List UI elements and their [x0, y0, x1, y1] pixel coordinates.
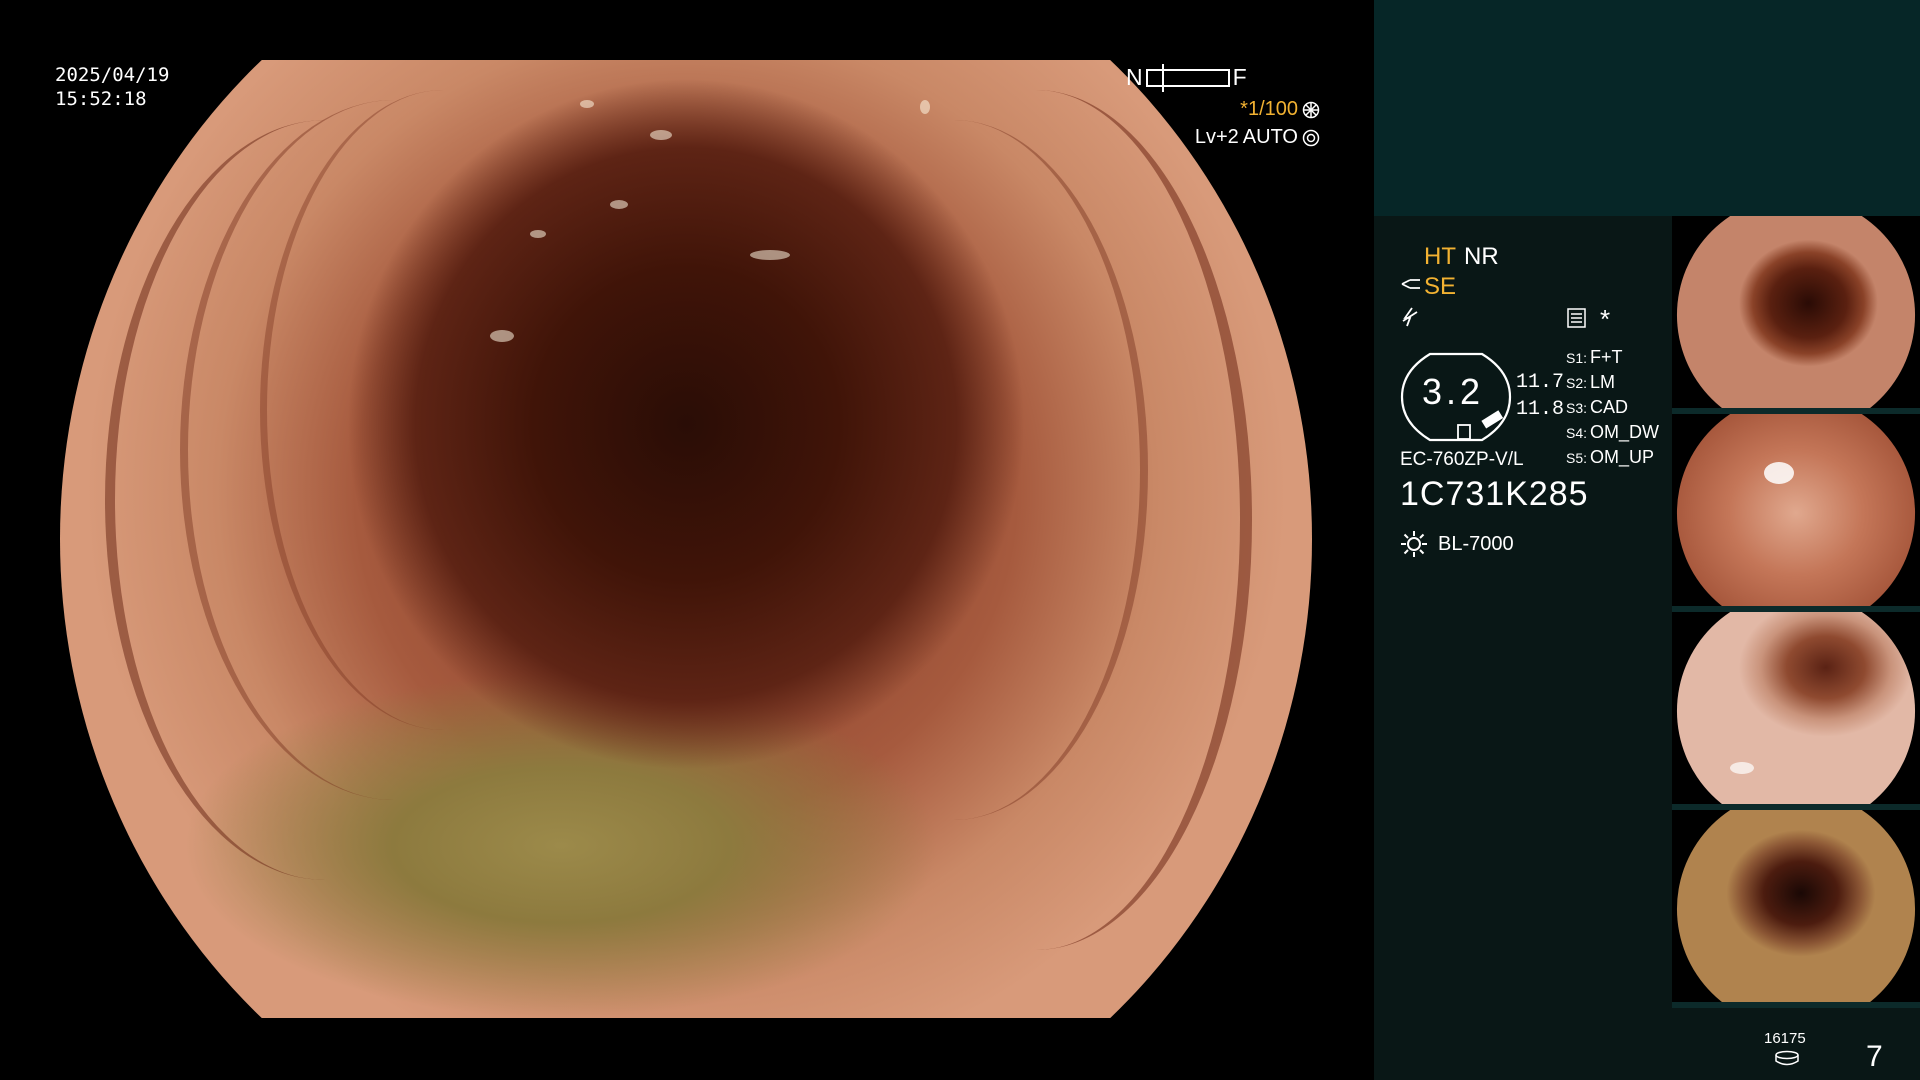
storage-count: 16175 [1764, 1030, 1806, 1047]
switch-row: S2: LM [1566, 372, 1659, 397]
switch-row: S3: CAD [1566, 397, 1659, 422]
ht-indicator: HT [1424, 243, 1456, 270]
mucosal-fold [760, 120, 1148, 820]
gauge-reading-1: 11.7 [1516, 371, 1565, 394]
exam-time: 15:52:18 [55, 88, 147, 110]
capture-thumbnails [1672, 216, 1920, 1008]
endoscopy-monitor: 2025/04/19 15:52:18 N F *1/100 Lv+2 AUTO… [0, 0, 1920, 1080]
asterisk-indicator: * [1600, 304, 1611, 334]
switch-key: S3: [1566, 400, 1588, 416]
capture-thumbnail[interactable] [1672, 216, 1920, 414]
switch-value: OM_DW [1590, 422, 1660, 442]
specular-highlight [610, 200, 628, 209]
magnification-gauge: 3.2 [1398, 351, 1514, 443]
thumbnail-divider [1672, 1002, 1920, 1008]
thumbnail-highlight [1764, 462, 1794, 484]
switch-row: S4: OM_DW [1566, 422, 1659, 447]
mucosal-fold [260, 90, 627, 730]
thumbnail-image [1676, 216, 1916, 414]
capture-count: 7 [1866, 1040, 1883, 1073]
flash-off-icon [1402, 307, 1418, 327]
switch-key: S2: [1566, 375, 1588, 391]
switch-key: S4: [1566, 425, 1588, 441]
specular-highlight [580, 100, 594, 108]
switch-row: S1: F+T [1566, 347, 1659, 372]
nr-indicator: NR [1464, 243, 1499, 270]
panel-header-area [1374, 0, 1920, 216]
specular-highlight [530, 230, 546, 238]
light-source-icon [1401, 531, 1427, 557]
near-label: N [1126, 64, 1143, 90]
storage-disk-icon [1775, 1050, 1799, 1066]
focus-bar [1145, 63, 1230, 92]
iris-mode: Lv+2 AUTO [1195, 126, 1320, 149]
thumbnail-image [1676, 612, 1916, 810]
switch-value: LM [1590, 372, 1616, 392]
record-sheet-icon [1567, 308, 1586, 328]
near-far-scale: N F [1126, 63, 1247, 92]
switch-key: S1: [1566, 350, 1588, 366]
iris-value: AUTO [1242, 126, 1298, 148]
shutter-speed: *1/100 [1240, 98, 1320, 121]
exam-date: 2025/04/19 [55, 64, 170, 86]
brightness-level: Lv+2 [1194, 126, 1239, 148]
specular-highlight [920, 100, 930, 114]
shutter-wheel-icon [1302, 101, 1320, 118]
scope-serial: 1C731K285 [1400, 475, 1589, 513]
switch-key: S5: [1566, 450, 1588, 466]
iris-icon [1302, 129, 1320, 146]
se-indicator: SE [1424, 273, 1457, 300]
shutter-value: *1/100 [1240, 98, 1298, 120]
switch-value: F+T [1590, 347, 1623, 367]
gauge-value: 3.2 [1421, 371, 1485, 412]
endoscopic-view [60, 60, 1312, 1018]
switch-assignments: S1: F+T S2: LM S3: CAD S4: OM_DW S5: OM_… [1566, 347, 1659, 472]
structure-enhance-icon [1401, 279, 1420, 289]
specular-highlight [490, 330, 514, 342]
capture-thumbnail[interactable] [1672, 612, 1920, 810]
thumbnail-image [1676, 414, 1916, 612]
light-source-model: BL-7000 [1438, 533, 1514, 555]
thumbnail-image [1676, 810, 1916, 1008]
far-label: F [1232, 64, 1247, 90]
scope-model: EC-760ZP-V/L [1400, 449, 1524, 470]
capture-thumbnail[interactable] [1672, 810, 1920, 1008]
capture-thumbnail[interactable] [1672, 414, 1920, 612]
specular-highlight [650, 130, 672, 140]
gauge-reading-2: 11.8 [1516, 398, 1565, 421]
specular-highlight [750, 250, 790, 260]
switch-value: CAD [1590, 397, 1629, 417]
switch-row: S5: OM_UP [1566, 447, 1659, 472]
switch-value: OM_UP [1590, 447, 1655, 467]
thumbnail-highlight [1730, 762, 1754, 774]
